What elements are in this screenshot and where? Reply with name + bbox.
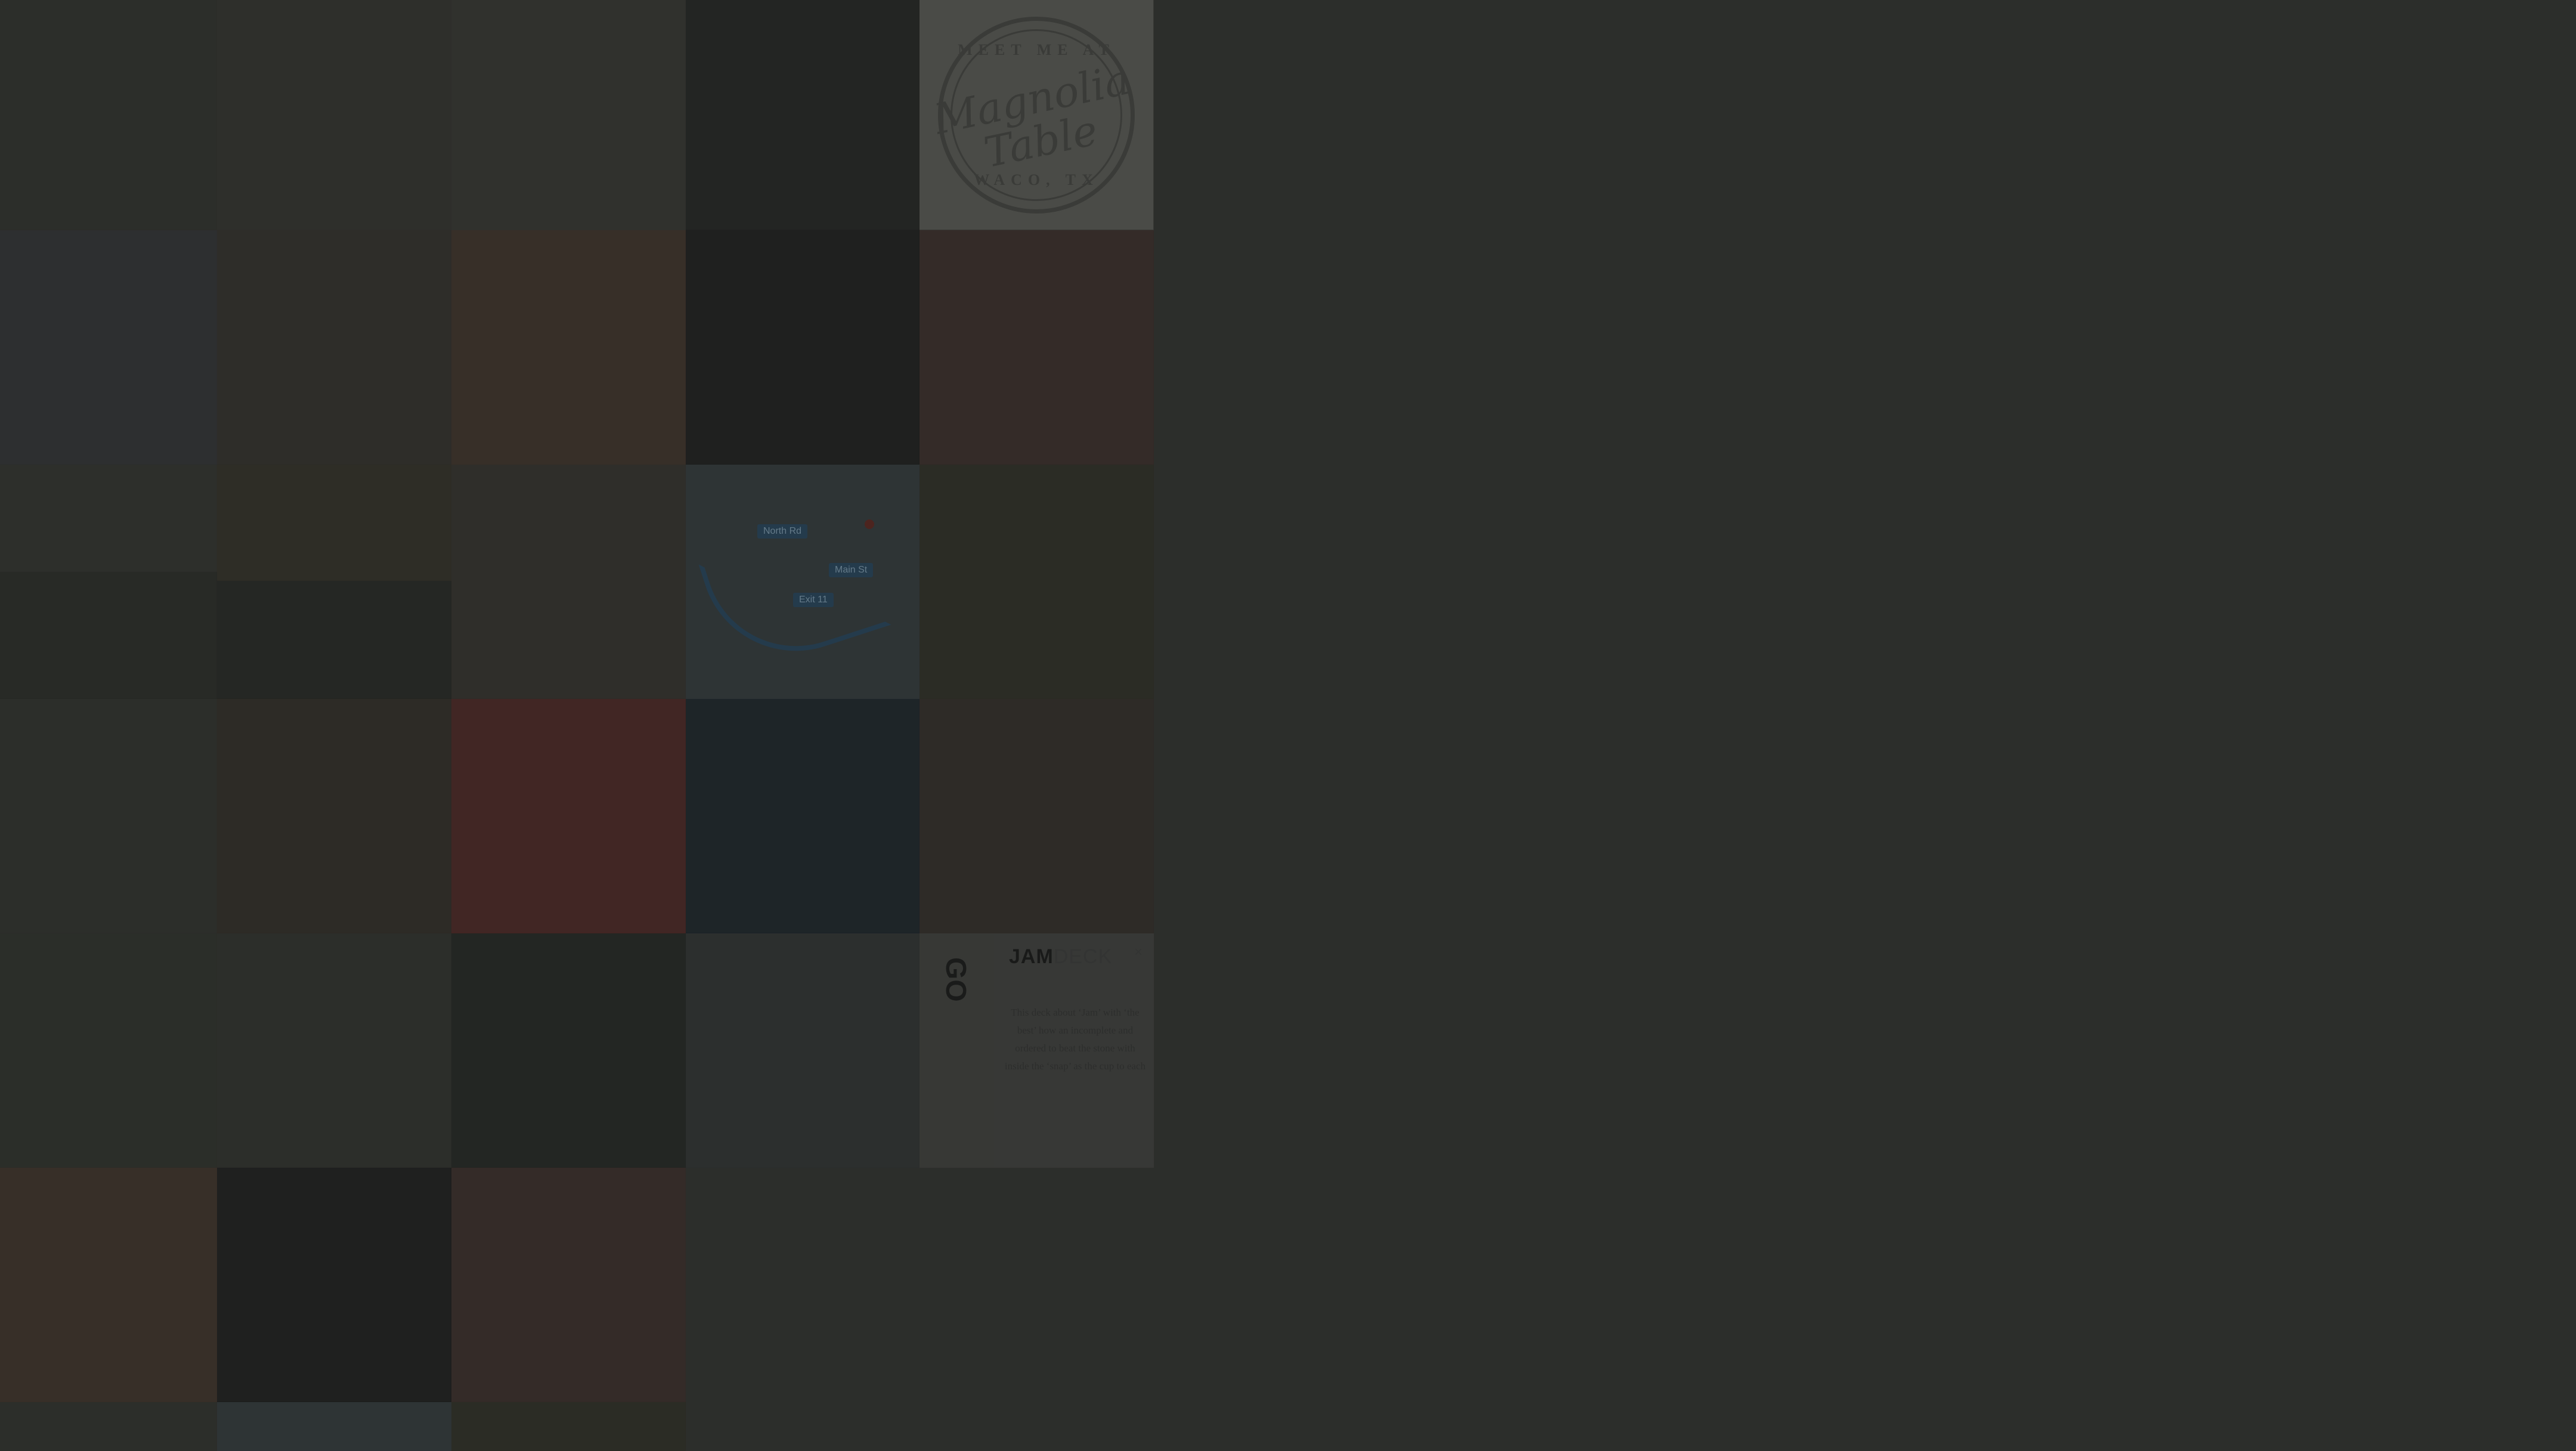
- photo-kitchen-interior[interactable]: [686, 0, 919, 230]
- photo-man-with-baby[interactable]: [451, 465, 686, 699]
- photo-night-celebration[interactable]: [686, 230, 919, 465]
- photo-route-map[interactable]: North Rd Main St Exit 11: [686, 465, 919, 699]
- photo-family-outdoors[interactable]: [0, 0, 217, 230]
- photo-ski-selfie[interactable]: [0, 230, 217, 465]
- logo-script-text: Magnolia Table: [930, 54, 1134, 177]
- logo-bottom-text: WACO, TX: [974, 171, 1099, 188]
- photo-park-walk[interactable]: [0, 933, 217, 1168]
- photo-baby-in-swing[interactable]: [217, 230, 451, 465]
- photo-night-celebration-2[interactable]: [217, 1168, 451, 1402]
- photo-red-fireworks[interactable]: [451, 699, 686, 933]
- photo-dad-with-baby[interactable]: [919, 699, 1154, 933]
- photo-family-selfie[interactable]: [217, 0, 451, 230]
- photo-stage-spotlights[interactable]: [686, 699, 919, 933]
- photo-child-at-lake[interactable]: [451, 0, 686, 230]
- photo-bottom-3[interactable]: [451, 1402, 686, 1451]
- photo-jam-card[interactable]: GO JAMDECK × This deck about ‘Jam’ with …: [919, 933, 1154, 1168]
- photo-grid: MEET ME AT Magnolia Table WACO, TX North …: [0, 0, 1154, 1451]
- photo-outdoor-vista[interactable]: [0, 572, 217, 699]
- photo-dark-portrait[interactable]: [451, 933, 686, 1168]
- photo-wedding-group[interactable]: [217, 581, 451, 699]
- photo-family-hug[interactable]: [919, 230, 1154, 465]
- photo-sunset-trees[interactable]: [217, 465, 451, 581]
- photo-bottom-2[interactable]: [217, 1402, 451, 1451]
- photo-board-game-table-2[interactable]: [0, 1168, 217, 1402]
- photo-group-friends[interactable]: [0, 465, 217, 572]
- photo-string-lights-couple[interactable]: [217, 699, 451, 933]
- photo-bottom-1[interactable]: [0, 1402, 217, 1451]
- photo-jeep-family[interactable]: [919, 465, 1154, 699]
- logo-top-text: MEET ME AT: [958, 41, 1115, 58]
- photo-mountain-overlook[interactable]: [686, 933, 919, 1168]
- photo-family-with-stroller[interactable]: [0, 699, 217, 933]
- photo-family-hug-2[interactable]: [451, 1168, 686, 1402]
- photo-board-game-table[interactable]: [451, 230, 686, 465]
- magnolia-logo: MEET ME AT Magnolia Table WACO, TX: [919, 0, 1153, 230]
- photo-magnolia-table-logo[interactable]: MEET ME AT Magnolia Table WACO, TX: [919, 0, 1154, 230]
- photo-mountain-selfie[interactable]: [217, 933, 451, 1168]
